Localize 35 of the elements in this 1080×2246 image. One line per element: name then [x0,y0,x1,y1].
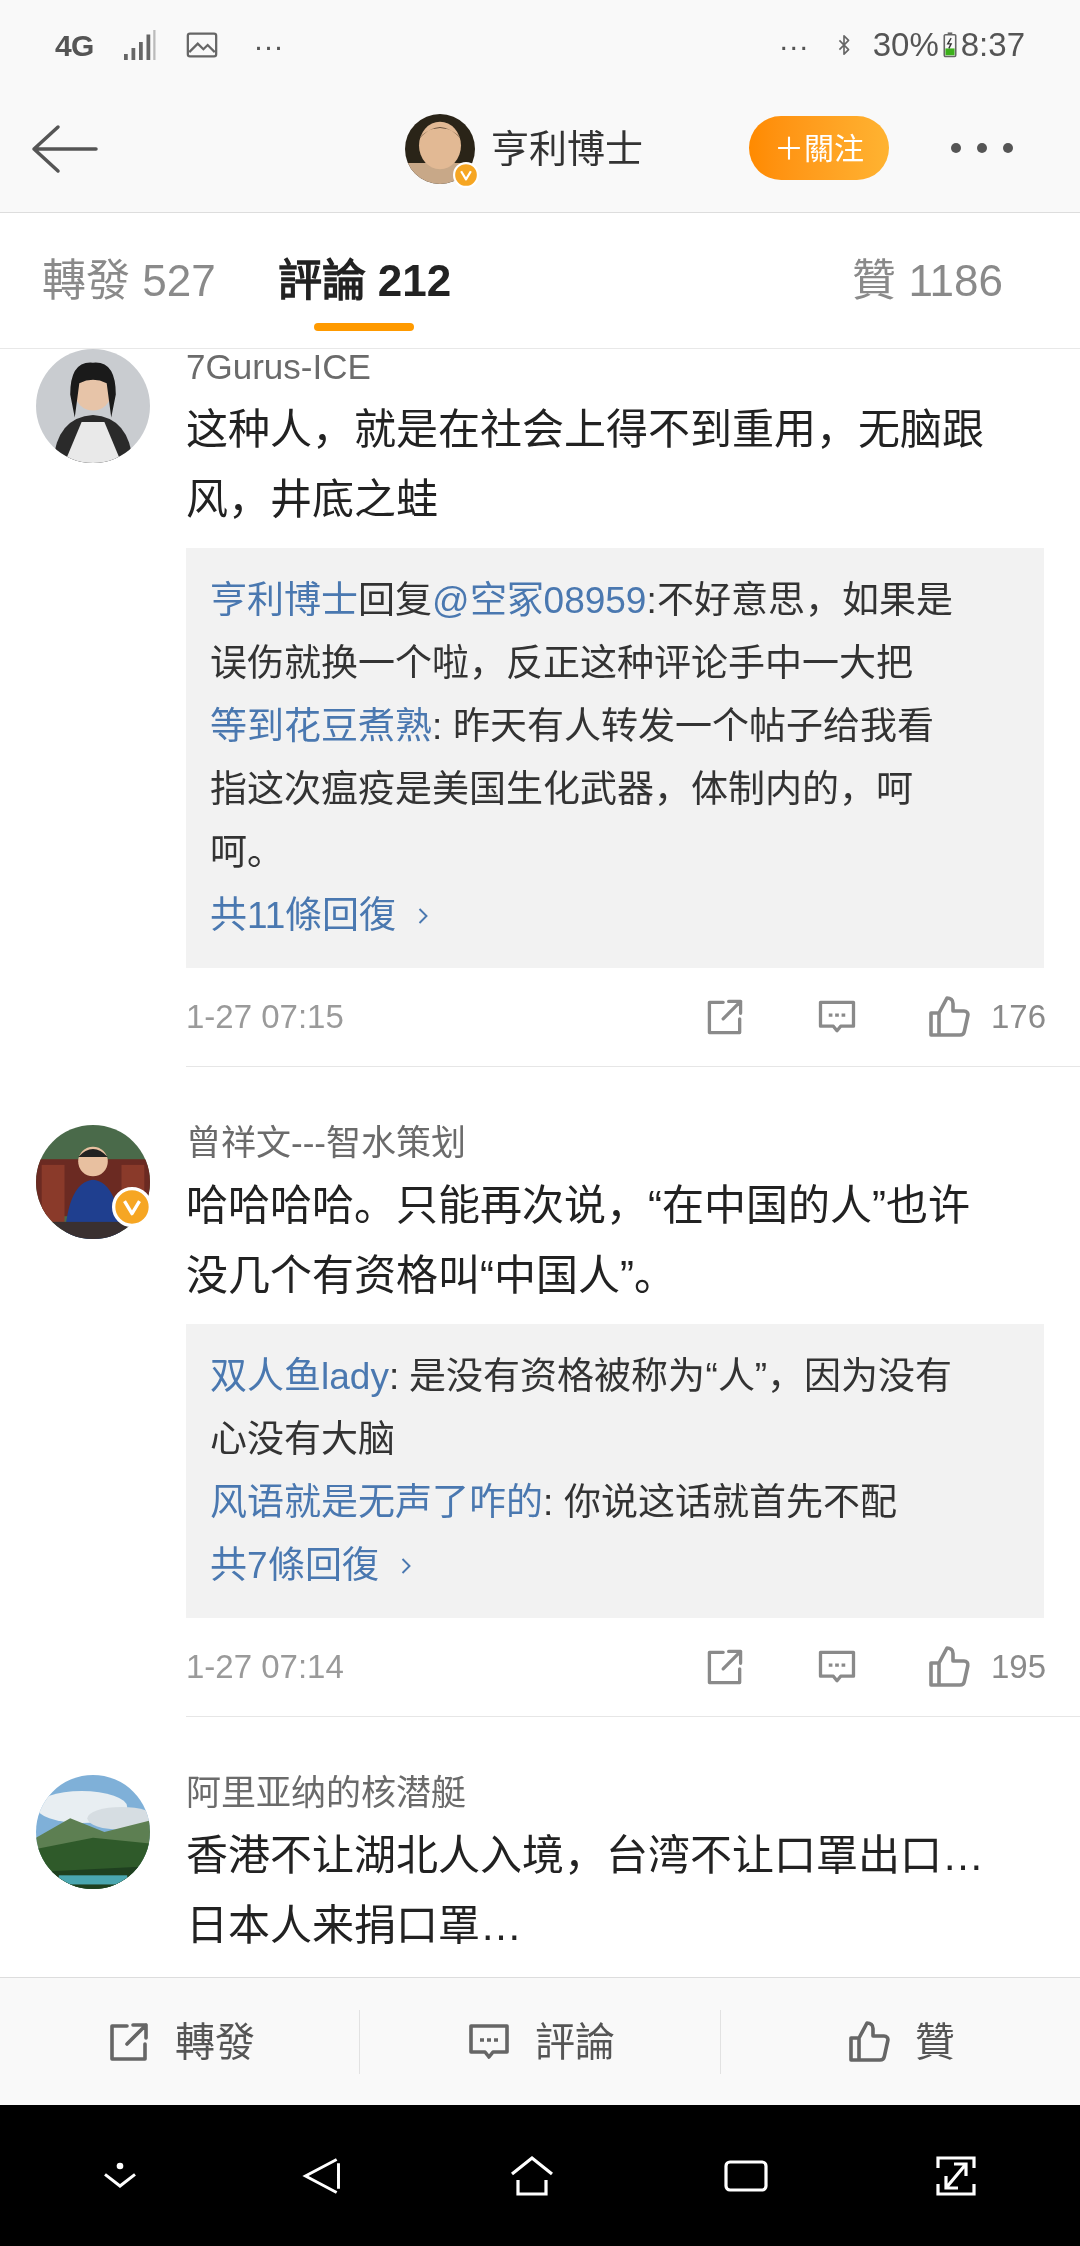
action-button[interactable]: 贊 [720,1978,1080,2105]
comment-text: 香港不让湖北人入境，台湾不让口罩出口…日本人来捐口罩… [186,1831,985,1951]
action-button[interactable]: 評論 [360,1978,720,2105]
clock-text: 8:37 [960,25,1025,66]
username-link[interactable]: 等到花豆煮熟 [210,706,432,747]
network-type-text: 4G [55,27,94,64]
more-replies-link[interactable]: 共11條回復 [210,884,431,947]
comment-time: 1-27 07:14 [186,1647,344,1688]
reply-text: 风语就是无声了咋的: 你说这话就首先不配 [210,1481,898,1525]
username-link[interactable]: 双人鱼lady [210,1356,389,1397]
reply-text: 双人鱼lady: 是没有资格被称为“人”，因为没有心没有大脑 [210,1355,954,1462]
commenter-name[interactable]: 曾祥文---智水策划 [186,1119,466,1167]
reply-text: 亨利博士回复@空冢08959:不好意思，如果是误伤就换一个啦，反正这种评论手中一大把 [210,579,954,686]
like-button[interactable]: 176 [924,992,1046,1042]
battery-percent-text: 30% [872,25,939,66]
more-icon[interactable] [950,142,1014,154]
follow-button[interactable]: ＋關注 [749,116,889,180]
username-link[interactable]: 风语就是无声了咋的 [210,1482,543,1523]
comment-time: 1-27 07:15 [186,997,344,1038]
username-link[interactable]: @空冢08959 [432,580,647,621]
comment-text: 哈哈哈哈。只能再次说，“在中国的人”也许没几个有资格叫“中国人”。 [186,1181,971,1301]
more-notifications-text: ··· [253,27,284,64]
tab[interactable]: 評論 212 [277,212,452,349]
profile-name[interactable]: 亨利博士 [491,120,643,178]
tab[interactable]: 贊 1186 [852,212,1003,349]
like-button[interactable]: 195 [924,1642,1046,1692]
more-notifications-text: ··· [778,27,809,64]
comment-text: 这种人，就是在社会上得不到重用，无脑跟风，井底之蛙 [186,405,985,525]
action-button[interactable]: 轉發 [0,1978,360,2105]
commenter-name[interactable]: 阿里亚纳的核潜艇 [186,1769,466,1817]
more-replies-link[interactable]: 共7條回復 [210,1534,413,1597]
tab[interactable]: 轉發 527 [42,212,216,349]
reply-text: 等到花豆煮熟: 昨天有人转发一个帖子给我看指这次瘟疫是美国生化武器，体制内的，呵呵。 [210,705,935,875]
commenter-name[interactable]: 7Gurus-ICE [186,349,371,391]
username-link[interactable]: 亨利博士 [210,580,358,621]
